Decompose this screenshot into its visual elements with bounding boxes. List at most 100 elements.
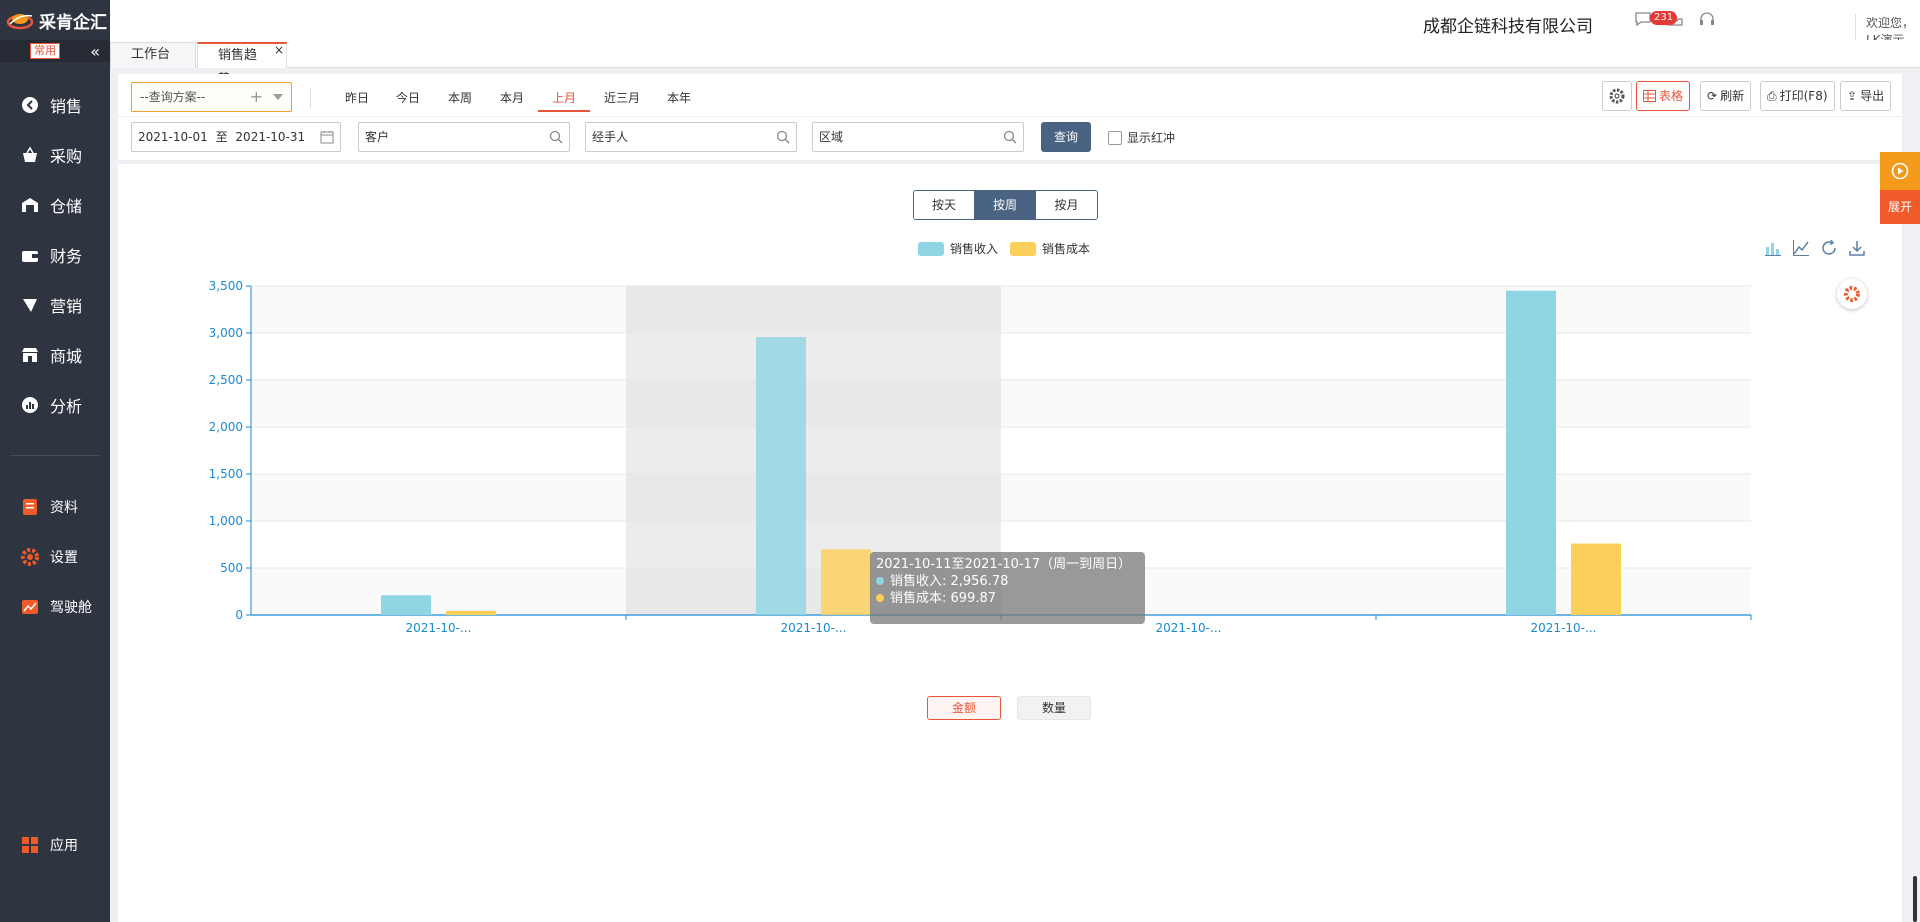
- range-last-three-months[interactable]: 近三月: [602, 88, 642, 112]
- nav-item-marketing[interactable]: 营销: [0, 280, 110, 330]
- common-tag[interactable]: 常用: [30, 43, 60, 59]
- logo-icon: [6, 14, 34, 30]
- granularity-month[interactable]: 按月: [1036, 191, 1097, 219]
- nav-item-apps[interactable]: 应用: [0, 820, 110, 870]
- bar: [1571, 543, 1621, 615]
- range-today[interactable]: 今日: [394, 88, 422, 112]
- top-bar: 成都企链科技有限公司 231 欢迎您，LK演示123 ⌄: [110, 0, 1920, 62]
- chart-legend: 销售收入 销售成本: [918, 240, 1090, 257]
- play-icon[interactable]: [1880, 152, 1920, 190]
- handler-input[interactable]: 经手人: [585, 122, 797, 152]
- floating-settings-button[interactable]: [1837, 279, 1867, 309]
- scrollbar[interactable]: [1913, 876, 1917, 922]
- x-tick-label: 2021-10-...: [406, 621, 472, 635]
- chart-tooltip: 2021-10-11至2021-10-17（周一到周日） 销售收入: 2,956…: [870, 552, 1145, 624]
- tooltip-value: 销售成本: 699.87: [890, 591, 996, 606]
- button-label: 刷新: [1720, 89, 1745, 103]
- nav-label: 销售: [50, 97, 83, 116]
- nav-label: 资料: [50, 500, 78, 516]
- legend-item-cost[interactable]: 销售成本: [1010, 240, 1090, 257]
- expand-panel[interactable]: 展开: [1880, 152, 1920, 224]
- divider: [310, 88, 311, 108]
- tab-bar: 工作台 销售趋势 ×: [110, 40, 1920, 87]
- divider: [118, 116, 1902, 117]
- checkbox[interactable]: [1108, 130, 1122, 145]
- table-view-button[interactable]: 表格: [1636, 81, 1691, 111]
- nav-item-mall[interactable]: 商城: [0, 330, 110, 380]
- customer-input[interactable]: 客户: [358, 122, 570, 152]
- nav-item-dashboard[interactable]: 驾驶舱: [0, 582, 110, 632]
- metric-quantity-button[interactable]: 数量: [1017, 696, 1091, 720]
- region-input[interactable]: 区域: [812, 122, 1024, 152]
- legend-label: 销售成本: [1042, 242, 1091, 256]
- field-placeholder: 客户: [365, 130, 390, 144]
- nav-label: 仓储: [50, 197, 83, 216]
- metric-amount-button[interactable]: 金额: [927, 696, 1001, 720]
- range-this-week[interactable]: 本周: [446, 88, 474, 112]
- print-button[interactable]: ⎙ 打印(F8): [1760, 81, 1835, 111]
- range-this-year[interactable]: 本年: [665, 88, 693, 112]
- tab-sales-trend[interactable]: 销售趋势 ×: [197, 42, 287, 87]
- refresh-icon: ⟳: [1707, 89, 1718, 103]
- nav-item-settings[interactable]: 设置: [0, 532, 110, 582]
- show-red-checkbox[interactable]: 显示红冲: [1108, 129, 1175, 146]
- series-dot: [876, 577, 884, 585]
- y-tick-label: 1,500: [209, 467, 243, 481]
- secondary-nav: 资料 设置 驾驶舱: [0, 482, 110, 632]
- tooltip-value: 销售收入: 2,956.78: [890, 574, 1009, 589]
- add-icon[interactable]: +: [250, 83, 263, 111]
- nav-item-documents[interactable]: 资料: [0, 482, 110, 532]
- range-yesterday[interactable]: 昨日: [343, 88, 371, 112]
- line-chart-icon[interactable]: [1792, 239, 1810, 257]
- query-button[interactable]: 查询: [1041, 122, 1091, 152]
- nav-label: 采购: [50, 147, 83, 166]
- granularity-week[interactable]: 按周: [975, 191, 1036, 219]
- download-icon[interactable]: [1848, 239, 1866, 257]
- bar-chart-icon[interactable]: [1764, 239, 1782, 257]
- x-tick-label: 2021-10-...: [1531, 621, 1597, 635]
- granularity-day[interactable]: 按天: [914, 191, 975, 219]
- headset-icon[interactable]: [1698, 10, 1716, 28]
- brand-name: 采肯企汇: [39, 12, 107, 33]
- x-tick-label: 2021-10-...: [781, 621, 847, 635]
- nav-item-analysis[interactable]: 分析: [0, 380, 110, 430]
- common-row: 常用 «: [0, 40, 110, 62]
- expand-label[interactable]: 展开: [1880, 190, 1920, 224]
- dashboard-icon: [20, 597, 40, 617]
- nav-item-warehouse[interactable]: 仓储: [0, 180, 110, 230]
- collapse-icon[interactable]: «: [90, 42, 100, 61]
- tab-label: 工作台: [131, 47, 171, 62]
- tab-workbench[interactable]: 工作台: [110, 42, 196, 68]
- date-range-field[interactable]: 2021-10-01 至 2021-10-31: [131, 122, 341, 152]
- bar: [446, 610, 496, 615]
- nav-divider: [10, 455, 100, 456]
- analysis-icon: [20, 395, 40, 415]
- export-icon: ⇪: [1847, 89, 1858, 103]
- close-icon[interactable]: ×: [274, 44, 284, 56]
- search-icon[interactable]: [776, 130, 790, 144]
- query-scheme-select[interactable]: --查询方案-- +: [131, 82, 292, 112]
- bar: [821, 549, 871, 615]
- settings-button[interactable]: [1602, 81, 1632, 111]
- refresh-button[interactable]: ⟳ 刷新: [1700, 81, 1752, 111]
- date-separator: 至: [215, 130, 228, 144]
- chevron-down-icon[interactable]: [273, 94, 283, 100]
- x-tick-label: 2021-10-...: [1156, 621, 1222, 635]
- nav-label: 设置: [50, 550, 78, 566]
- nav-label: 分析: [50, 397, 83, 416]
- search-icon[interactable]: [1003, 130, 1017, 144]
- y-tick-label: 2,000: [209, 420, 243, 434]
- legend-item-revenue[interactable]: 销售收入: [918, 240, 998, 257]
- nav-item-sales[interactable]: 销售: [0, 80, 110, 130]
- search-icon[interactable]: [549, 130, 563, 144]
- message-count-badge: 231: [1650, 11, 1678, 25]
- nav-item-finance[interactable]: 财务: [0, 230, 110, 280]
- nav-item-purchase[interactable]: 采购: [0, 130, 110, 180]
- range-this-month[interactable]: 本月: [498, 88, 526, 112]
- restore-icon[interactable]: [1820, 239, 1838, 257]
- chart-panel: 0 500 1,000 1,500 2,000 2,500 3,000 3,500 2021-1…: [118, 164, 1902, 922]
- company-name: 成都企链科技有限公司: [1423, 17, 1593, 37]
- range-last-month[interactable]: 上月: [538, 88, 590, 112]
- y-tick-label: 500: [220, 561, 243, 575]
- export-button[interactable]: ⇪ 导出: [1840, 81, 1892, 111]
